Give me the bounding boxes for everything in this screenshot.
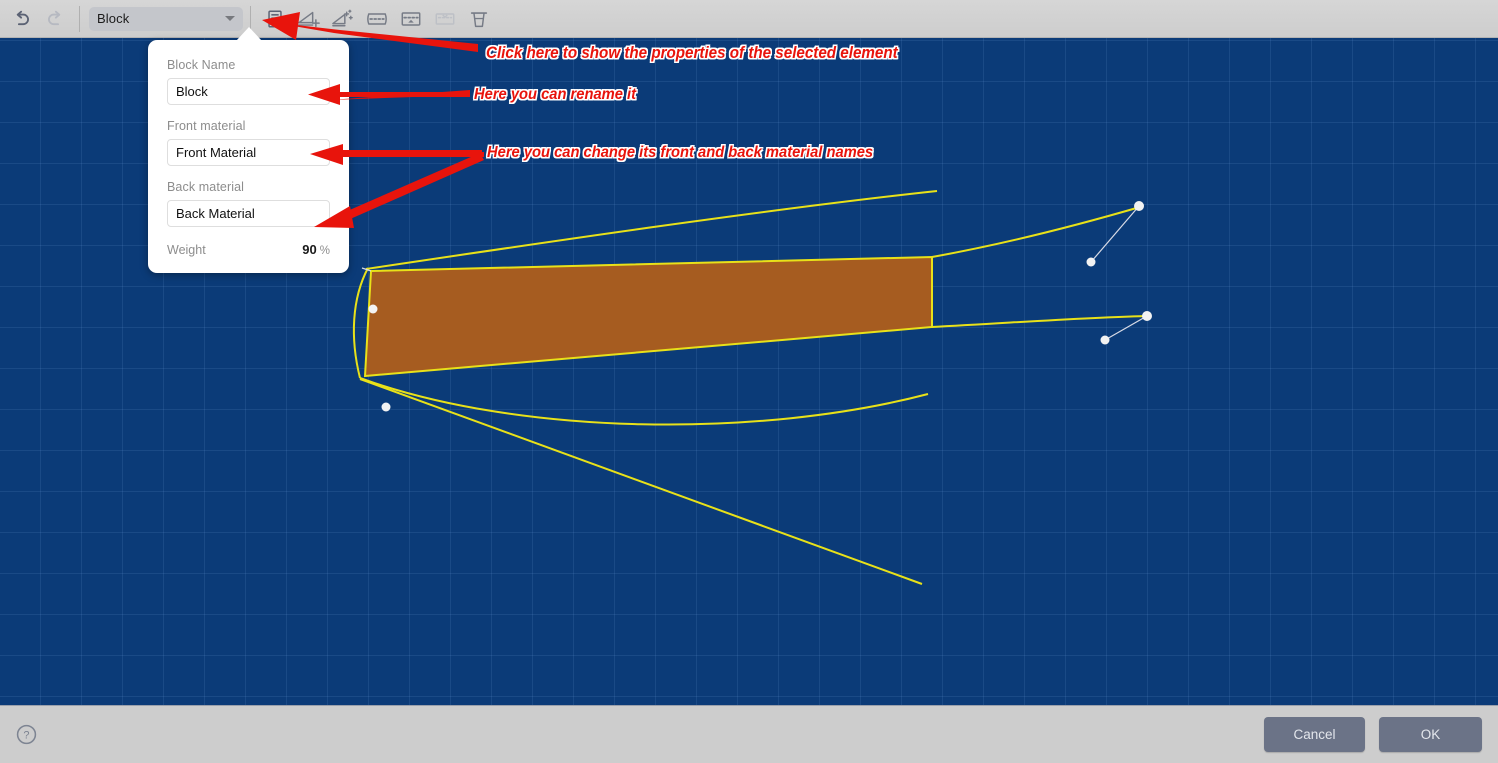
edit-batten-icon [401, 11, 421, 26]
help-button[interactable]: ? [14, 723, 38, 747]
weight-unit: % [319, 245, 330, 257]
foot-curve [359, 377, 929, 426]
block-name-input[interactable] [167, 78, 330, 105]
block-name-label: Block Name [167, 58, 236, 72]
weight-value: 90 [302, 242, 317, 257]
toolbar-separator-1 [79, 5, 80, 32]
trash-icon [470, 11, 488, 27]
weight-label: Weight [167, 243, 206, 257]
control-point-clew[interactable] [1142, 311, 1152, 321]
control-handle-clew[interactable] [1100, 335, 1110, 345]
undo-arrow-icon [16, 10, 29, 26]
foot-upper-curve [931, 315, 1149, 328]
help-circle-icon: ? [16, 724, 36, 745]
properties-panel: Block Name Front material Back material … [148, 40, 349, 273]
add-broadseam-button[interactable] [328, 4, 358, 34]
add-broadseam-icon [332, 9, 353, 27]
upper-sail-edge [365, 190, 938, 270]
sail-design-window: Block Block Name Block Front material Fr… [0, 0, 1498, 763]
control-point-head[interactable] [1134, 201, 1144, 211]
front-material-input[interactable] [167, 139, 330, 166]
cancel-button[interactable]: Cancel [1264, 717, 1365, 752]
control-handle-head[interactable] [1086, 257, 1096, 267]
sail-block-fill [365, 257, 932, 376]
dialog-footer: ? Cancel OK [0, 705, 1498, 763]
remove-batten-button[interactable] [430, 4, 460, 34]
add-block-icon [298, 11, 320, 27]
dialog-button-group: Cancel OK [1264, 717, 1482, 752]
top-toolbar: Block [0, 0, 1498, 38]
element-select[interactable]: Block [89, 6, 243, 31]
add-batten-button[interactable] [362, 4, 392, 34]
control-handle-line-lower [1104, 315, 1148, 341]
redo-button[interactable] [40, 4, 70, 34]
popover-pointer [236, 27, 262, 41]
svg-text:?: ? [23, 730, 29, 742]
weight-row: Weight 90% [167, 241, 330, 259]
add-batten-icon [367, 12, 387, 25]
edit-batten-button[interactable] [396, 4, 426, 34]
ok-button[interactable]: OK [1379, 717, 1482, 752]
properties-button[interactable] [260, 4, 290, 34]
weight-value-group: 90% [302, 241, 330, 259]
guide-line [359, 378, 923, 585]
undo-button[interactable] [6, 4, 36, 34]
back-material-input[interactable] [167, 200, 330, 227]
chevron-down-icon [225, 16, 235, 21]
properties-list-icon [268, 9, 282, 28]
delete-button[interactable] [464, 4, 494, 34]
head-curve [931, 206, 1141, 258]
redo-arrow-icon [47, 10, 60, 26]
back-material-label: Back material [167, 180, 245, 194]
control-point-block-lower-left[interactable] [381, 402, 391, 412]
add-block-button[interactable] [294, 4, 324, 34]
element-select-value: Block [97, 11, 130, 26]
remove-batten-icon [435, 12, 455, 25]
front-material-label: Front material [167, 119, 246, 133]
control-point-block-upper-left[interactable] [368, 304, 378, 314]
